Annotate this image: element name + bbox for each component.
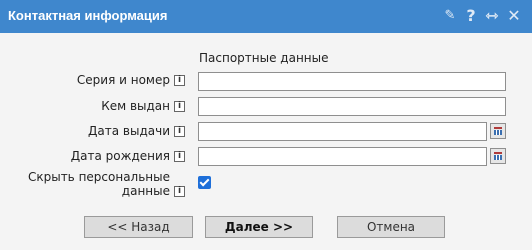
pin-icon[interactable]: ✎	[442, 6, 458, 26]
series-number-input[interactable]	[198, 72, 506, 91]
close-icon[interactable]: ✕	[506, 6, 522, 26]
issued-by-label: Кем выдан	[101, 99, 170, 113]
section-title: Паспортные данные	[199, 51, 329, 65]
hide-personal-label-line1: Скрыть персональные	[27, 170, 170, 184]
info-icon[interactable]: i	[174, 75, 185, 86]
calendar-icon[interactable]	[490, 148, 506, 164]
window-titlebar: Контактная информация ✎ ? ⇿ ✕	[0, 0, 532, 33]
window-title: Контактная информация	[8, 8, 168, 23]
info-icon[interactable]: i	[174, 151, 185, 162]
issued-by-input[interactable]	[198, 97, 506, 116]
info-icon[interactable]: i	[174, 126, 185, 137]
hide-personal-label-line2: данные	[121, 184, 170, 198]
birth-date-input[interactable]	[198, 147, 487, 166]
issue-date-label: Дата выдачи	[88, 124, 170, 138]
series-number-label: Серия и номер	[76, 73, 170, 87]
maximize-icon[interactable]: ⇿	[482, 6, 502, 26]
back-button[interactable]: << Назад	[84, 216, 193, 238]
help-icon[interactable]: ?	[464, 6, 478, 26]
info-icon[interactable]: i	[174, 186, 185, 197]
calendar-icon[interactable]	[490, 123, 506, 139]
next-button[interactable]: Далее >>	[205, 216, 313, 238]
cancel-button[interactable]: Отмена	[337, 216, 445, 238]
birth-date-label: Дата рождения	[70, 149, 170, 163]
issue-date-input[interactable]	[198, 122, 487, 141]
info-icon[interactable]: i	[174, 101, 185, 112]
hide-personal-checkbox[interactable]	[198, 176, 211, 189]
